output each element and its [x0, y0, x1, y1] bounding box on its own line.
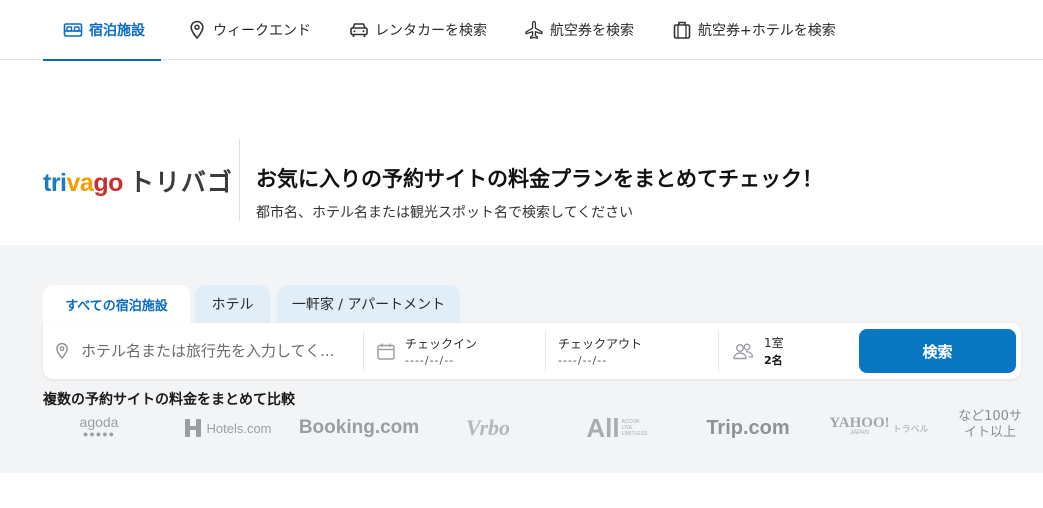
search-tab-apartment[interactable]: 一軒家 / アパートメント	[277, 285, 460, 323]
location-pin-icon	[187, 20, 207, 40]
hero-divider	[239, 139, 240, 221]
partner-name-sub: JAPAN	[850, 430, 869, 436]
tab-label: 宿泊施設	[89, 23, 145, 39]
partner-name: agoda	[79, 414, 119, 430]
top-navigation: 宿泊施設 ウィークエンド レンタカーを検索 航空券を検索 航空券+ホテルを検索	[0, 0, 1043, 61]
search-tab-all[interactable]: すべての宿泊施設	[43, 285, 190, 323]
logo-kana: トリバゴ	[128, 169, 233, 197]
airplane-icon	[524, 20, 544, 40]
more-line: など100サ	[958, 409, 1022, 424]
partner-logo-trip-com: Trip.com	[700, 410, 796, 446]
partner-logo-vrbo: Vrbo	[452, 410, 524, 446]
users-icon	[732, 342, 754, 360]
agoda-dots: ●●●●●	[82, 429, 116, 439]
tab-accommodation[interactable]: 宿泊施設	[43, 0, 161, 61]
logo-latin: trivago	[43, 169, 123, 197]
partner-name: All	[586, 412, 620, 443]
search-tab-label: すべての宿泊施設	[65, 298, 168, 314]
partner-logo-hotels-com: Hotels.com	[178, 410, 278, 446]
partner-tagline: ACCOR LIVE LIMITLESS	[621, 419, 648, 437]
bed-icon	[63, 20, 83, 40]
partner-name: Hotels.com	[206, 420, 272, 436]
partner-name: Vrbo	[465, 415, 511, 440]
partner-logo-all-accor: All ACCOR LIVE LIMITLESS	[582, 410, 656, 446]
partner-logo-yahoo-travel: YAHOO! JAPAN トラベル	[820, 410, 938, 446]
more-sites-text: など100サ イト以上	[950, 409, 1030, 441]
search-tab-label: 一軒家 / アパートメント	[291, 297, 446, 313]
search-box: チェックイン ----/--/-- チェックアウト ----/--/-- 1室 …	[43, 323, 1021, 379]
tab-flight-hotel[interactable]: 航空券+ホテルを検索	[672, 0, 836, 60]
trivago-logo[interactable]: trivago トリバゴ	[43, 163, 233, 197]
checkin-label: チェックイン	[405, 337, 478, 351]
tab-label: レンタカーを検索	[375, 23, 487, 39]
compare-title: 複数の予約サイトの料金をまとめて比較	[43, 392, 295, 408]
partner-logo-booking-com: Booking.com	[298, 410, 420, 446]
partner-name-suffix: トラベル	[892, 423, 929, 434]
location-pin-icon	[55, 342, 71, 360]
destination-input[interactable]	[81, 342, 351, 360]
tab-label: 航空券+ホテルを検索	[698, 23, 836, 39]
partner-name: Booking.com	[298, 417, 420, 438]
car-icon	[349, 20, 369, 40]
more-line: イト以上	[963, 425, 1016, 440]
field-divider	[545, 331, 546, 371]
tab-flights[interactable]: 航空券を検索	[524, 0, 634, 60]
partner-name: Trip.com	[706, 416, 790, 439]
field-divider	[363, 331, 364, 371]
checkin-field[interactable]: チェックイン ----/--/--	[377, 323, 542, 379]
partner-name: YAHOO!	[829, 415, 890, 431]
checkout-value: ----/--/--	[558, 354, 608, 367]
luggage-icon	[672, 20, 692, 40]
hotels-h-icon	[184, 418, 202, 438]
tab-label: 航空券を検索	[550, 23, 634, 39]
guests-field[interactable]: 1室 2名	[732, 323, 852, 379]
checkin-value: ----/--/--	[405, 354, 455, 367]
page-title: お気に入りの予約サイトの料金プランをまとめてチェック！	[256, 167, 823, 191]
checkout-field[interactable]: チェックアウト ----/--/--	[558, 323, 718, 379]
search-tab-hotel[interactable]: ホテル	[195, 285, 270, 323]
partner-logo-agoda: agoda ●●●●●	[60, 410, 138, 446]
page-subtitle: 都市名、ホテル名または観光スポット名で検索してください	[256, 205, 634, 221]
rooms-value: 1室	[764, 336, 784, 350]
guests-value: 2名	[764, 354, 783, 367]
destination-field[interactable]	[55, 323, 360, 379]
tab-rental-car[interactable]: レンタカーを検索	[349, 0, 487, 60]
field-divider	[718, 331, 719, 371]
tab-weekend[interactable]: ウィークエンド	[187, 0, 311, 60]
tab-label: ウィークエンド	[213, 23, 311, 39]
calendar-icon	[377, 343, 395, 360]
search-tab-label: ホテル	[211, 297, 254, 313]
search-button[interactable]: 検索	[859, 329, 1016, 373]
checkout-label: チェックアウト	[558, 337, 643, 351]
